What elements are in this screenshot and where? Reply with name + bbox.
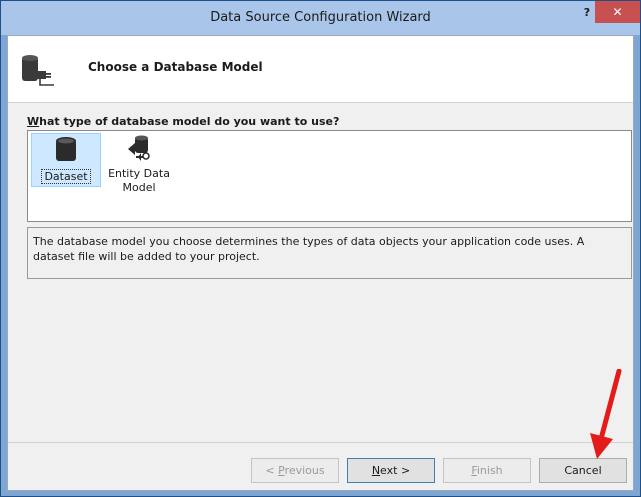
wizard-header: Choose a Database Model (8, 36, 633, 102)
close-button[interactable]: ✕ (595, 1, 640, 23)
finish-label: inish (476, 464, 503, 477)
model-option-entity-data-model[interactable]: Entity Data Model (102, 133, 176, 194)
previous-prefix: < (265, 464, 279, 477)
next-label: ext > (380, 464, 411, 477)
model-option-label-line1: Entity Data (108, 167, 170, 180)
title-bar[interactable]: Data Source Configuration Wizard ? ✕ (1, 1, 640, 35)
model-option-label-line2: Model (122, 181, 156, 194)
question-mnemonic: W (27, 115, 40, 128)
header-divider (8, 102, 633, 103)
red-arrow-icon (590, 369, 622, 459)
close-icon: ✕ (612, 5, 623, 19)
database-icon (56, 137, 76, 161)
window-title: Data Source Configuration Wizard (210, 10, 431, 25)
database-connector-icon (22, 55, 54, 86)
wizard-client-area: Choose a Database Model What type of dat… (7, 35, 634, 491)
model-question-label: What type of database model do you want … (27, 115, 339, 128)
model-option-dataset[interactable]: Dataset (31, 133, 101, 187)
next-mnemonic: N (371, 464, 381, 477)
cancel-button[interactable]: Cancel (539, 458, 627, 483)
model-option-label: Dataset (41, 169, 91, 184)
footer-divider (8, 442, 633, 443)
model-description: The database model you choose determines… (27, 227, 632, 279)
model-list[interactable]: Dataset Entity Data Model (27, 130, 632, 222)
help-button[interactable]: ? (577, 3, 597, 23)
entity-model-icon (128, 135, 150, 161)
page-title: Choose a Database Model (88, 60, 263, 74)
previous-button[interactable]: < Previous (251, 458, 339, 483)
question-text: hat type of database model do you want t… (39, 115, 340, 128)
previous-label: revious (284, 464, 325, 477)
wizard-window: Data Source Configuration Wizard ? ✕ Cho… (0, 0, 641, 497)
next-button[interactable]: Next > (347, 458, 435, 483)
finish-button[interactable]: Finish (443, 458, 531, 483)
